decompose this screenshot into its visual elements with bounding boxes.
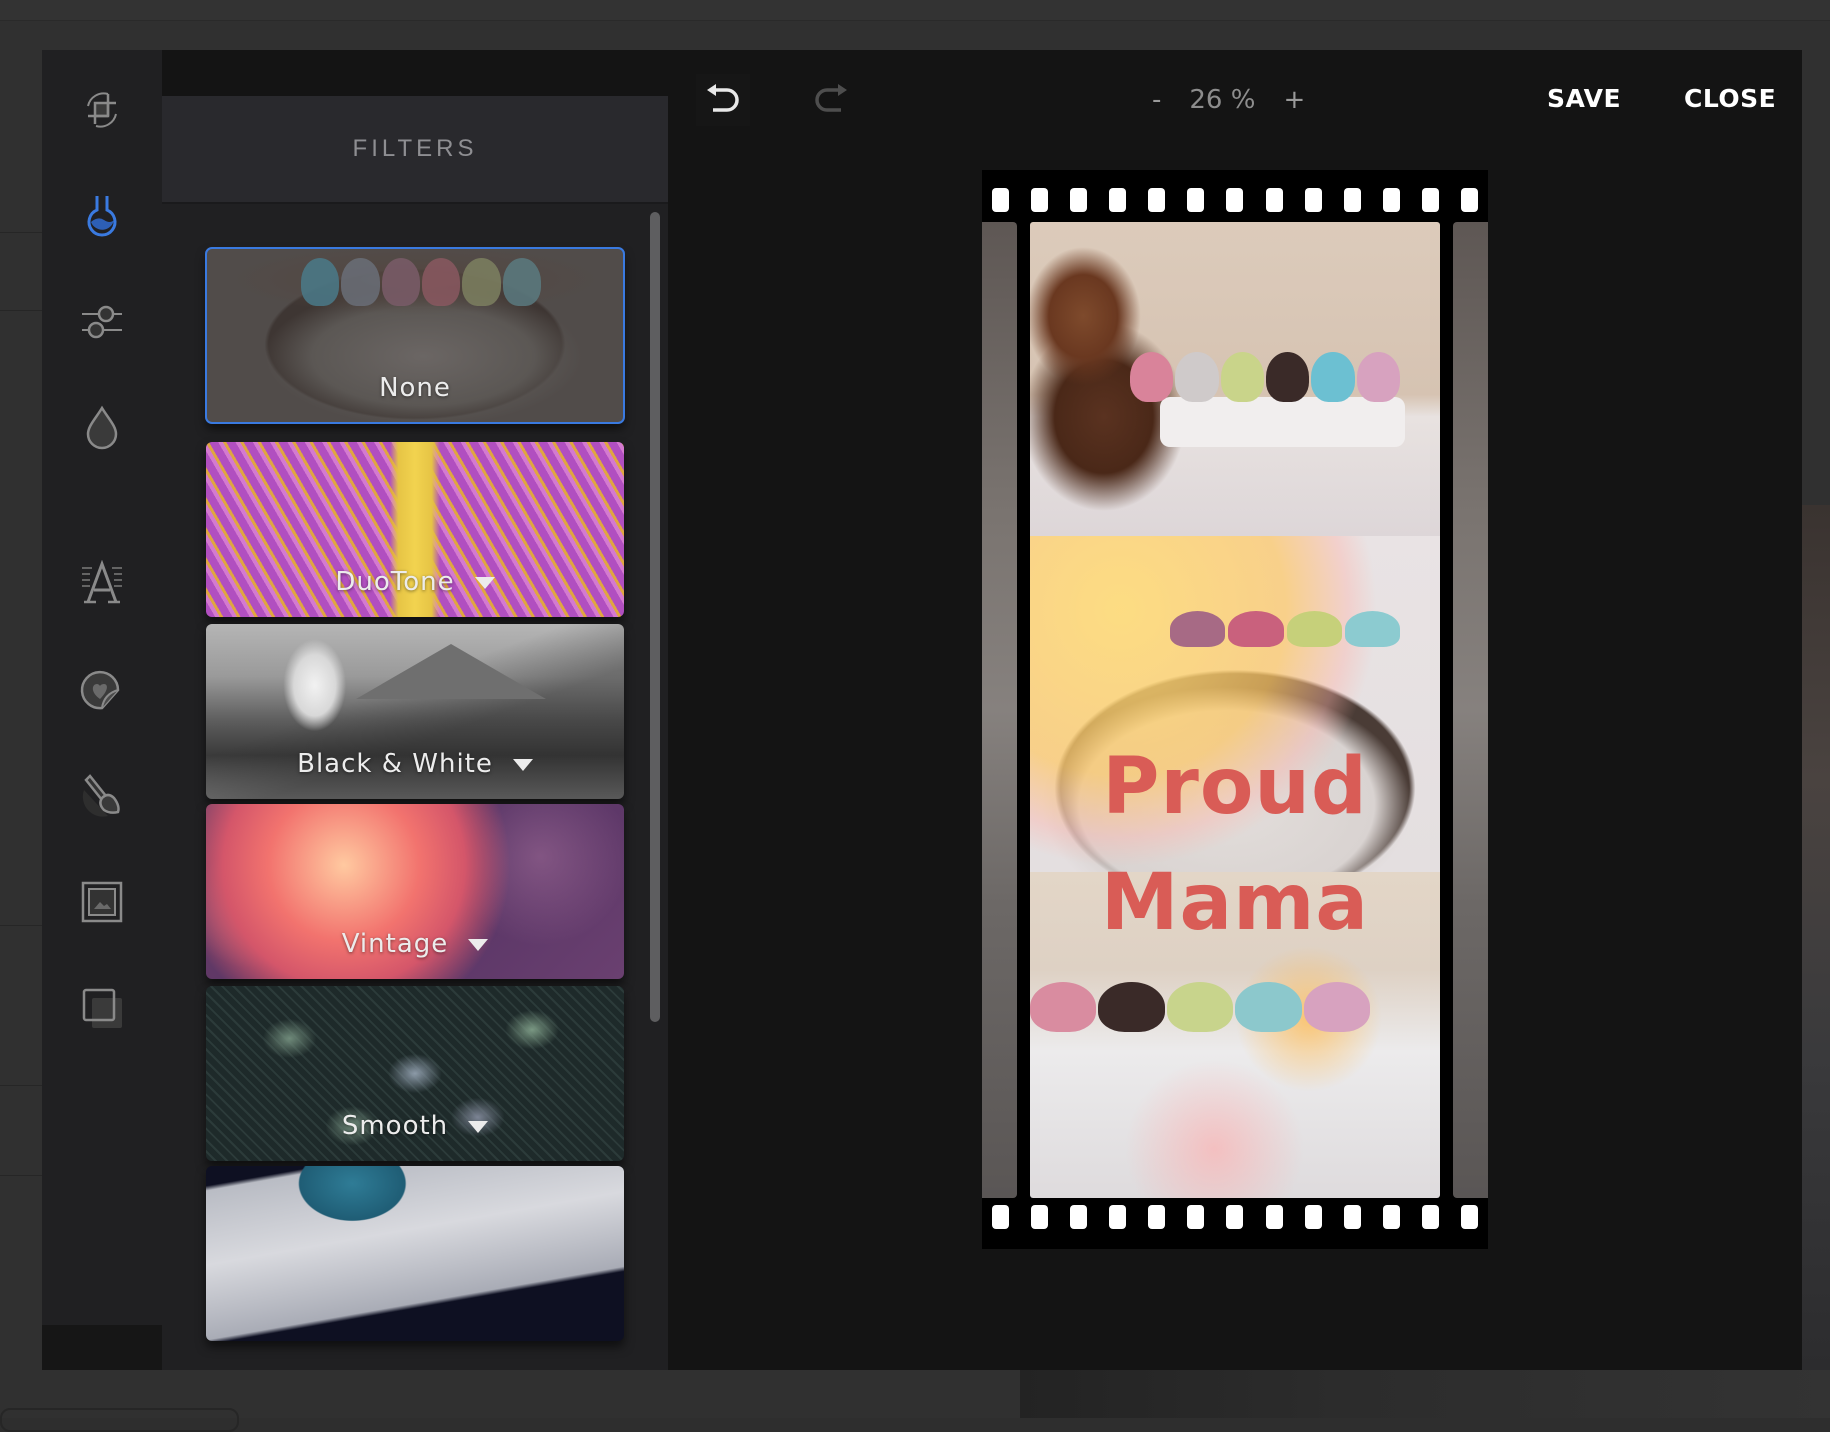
filter-card-smooth[interactable]: Smooth <box>206 986 624 1161</box>
background-photo <box>1802 505 1830 1418</box>
crop-rotate-icon <box>87 92 117 128</box>
frame-icon <box>81 881 123 923</box>
film-hole <box>1343 188 1361 212</box>
filter-card-partial[interactable] <box>206 1166 624 1341</box>
sidebar-item-filters[interactable] <box>72 186 132 246</box>
dropdown-caret-icon[interactable] <box>512 758 533 771</box>
filter-label: Vintage <box>206 929 624 959</box>
overlay-text-line1[interactable]: Proud <box>982 742 1488 832</box>
background-divider <box>0 310 42 311</box>
filter-label: Smooth <box>206 1111 624 1141</box>
text-icon <box>82 560 122 604</box>
zoom-control: - 26 % + <box>1152 80 1305 120</box>
filter-panel-header: FILTERS <box>162 96 668 204</box>
sidebar-item-stickers[interactable] <box>72 660 132 720</box>
film-hole <box>1031 188 1049 212</box>
background-input <box>0 1408 239 1432</box>
thumbnail-image <box>301 258 541 306</box>
film-side-panel <box>982 222 1017 1198</box>
save-button[interactable]: SAVE <box>1547 84 1621 113</box>
filter-list: None DuoTone Black & White Vintage Smoot… <box>162 204 668 1370</box>
background-divider <box>0 1175 42 1176</box>
sidebar-item-text[interactable] <box>72 554 132 614</box>
film-hole <box>1382 1205 1400 1229</box>
film-holes-bottom <box>992 1205 1478 1231</box>
film-hole <box>1343 1205 1361 1229</box>
film-side-panel <box>1453 222 1488 1198</box>
film-hole <box>1421 1205 1439 1229</box>
background-topbar <box>0 0 1830 21</box>
film-hole <box>1265 188 1283 212</box>
film-hole <box>1070 188 1088 212</box>
filter-list-scrollbar[interactable] <box>650 212 660 1022</box>
sliders-icon <box>82 305 122 339</box>
filter-card-black-white[interactable]: Black & White <box>206 624 624 799</box>
sidebar-item-crop[interactable] <box>72 80 132 140</box>
filter-label: Black & White <box>206 749 624 779</box>
dropdown-caret-icon[interactable] <box>468 1120 489 1133</box>
brush-icon <box>82 774 120 817</box>
film-hole <box>1421 188 1439 212</box>
canvas-image <box>1030 222 1440 1198</box>
close-button[interactable]: CLOSE <box>1684 84 1776 113</box>
filter-card-none[interactable]: None <box>205 247 625 424</box>
filter-panel-title: FILTERS <box>352 135 478 162</box>
film-hole <box>1109 188 1127 212</box>
film-hole <box>1109 1205 1127 1229</box>
overlay-icon <box>82 988 122 1028</box>
film-holes-top <box>992 188 1478 214</box>
background-divider <box>0 232 42 233</box>
film-hole <box>1148 188 1166 212</box>
tool-sidebar-footer <box>42 1325 162 1370</box>
film-hole <box>1460 1205 1478 1229</box>
tool-sidebar <box>42 50 162 1325</box>
zoom-level: 26 % <box>1189 85 1256 115</box>
flask-icon <box>87 196 117 237</box>
undo-icon <box>707 84 739 112</box>
film-hole <box>1031 1205 1049 1229</box>
filter-panel: FILTERS None DuoTone Black & White Vinta… <box>162 50 668 1370</box>
sidebar-item-overlays[interactable] <box>72 978 132 1038</box>
dropdown-caret-icon[interactable] <box>468 938 489 951</box>
film-hole <box>1148 1205 1166 1229</box>
film-hole <box>1226 188 1244 212</box>
film-hole <box>1460 188 1478 212</box>
canvas-film-strip[interactable] <box>982 170 1488 1249</box>
overlay-text-line2[interactable]: Mama <box>982 858 1488 948</box>
film-hole <box>1070 1205 1088 1229</box>
film-hole <box>1187 1205 1205 1229</box>
drop-icon <box>86 405 118 450</box>
background-photo <box>1020 1370 1830 1418</box>
filter-label: DuoTone <box>206 567 624 597</box>
film-hole <box>992 1205 1009 1229</box>
background-divider <box>0 925 42 926</box>
sidebar-item-focus[interactable] <box>72 398 132 458</box>
thumbnail-image <box>356 644 546 699</box>
film-hole <box>1304 188 1322 212</box>
undo-button[interactable] <box>696 74 750 126</box>
filter-label: None <box>379 373 451 403</box>
redo-icon <box>815 84 847 112</box>
film-hole <box>1304 1205 1322 1229</box>
sidebar-item-brush[interactable] <box>72 766 132 826</box>
film-hole <box>992 188 1009 212</box>
dropdown-caret-icon[interactable] <box>474 576 495 589</box>
redo-button[interactable] <box>804 74 858 126</box>
zoom-out-button[interactable]: - <box>1152 85 1161 115</box>
filter-card-duotone[interactable]: DuoTone <box>206 442 624 617</box>
film-hole <box>1226 1205 1244 1229</box>
sticker-icon <box>80 670 120 710</box>
zoom-in-button[interactable]: + <box>1283 85 1305 115</box>
filter-card-vintage[interactable]: Vintage <box>206 804 624 979</box>
sidebar-item-adjust[interactable] <box>72 292 132 352</box>
photo-editor-modal: FILTERS None DuoTone Black & White Vinta… <box>42 50 1802 1370</box>
film-hole <box>1265 1205 1283 1229</box>
background-divider <box>0 1085 42 1086</box>
sidebar-item-frames[interactable] <box>72 872 132 932</box>
photo-dog-and-puppies <box>1030 222 1440 536</box>
film-hole <box>1187 188 1205 212</box>
film-hole <box>1382 188 1400 212</box>
